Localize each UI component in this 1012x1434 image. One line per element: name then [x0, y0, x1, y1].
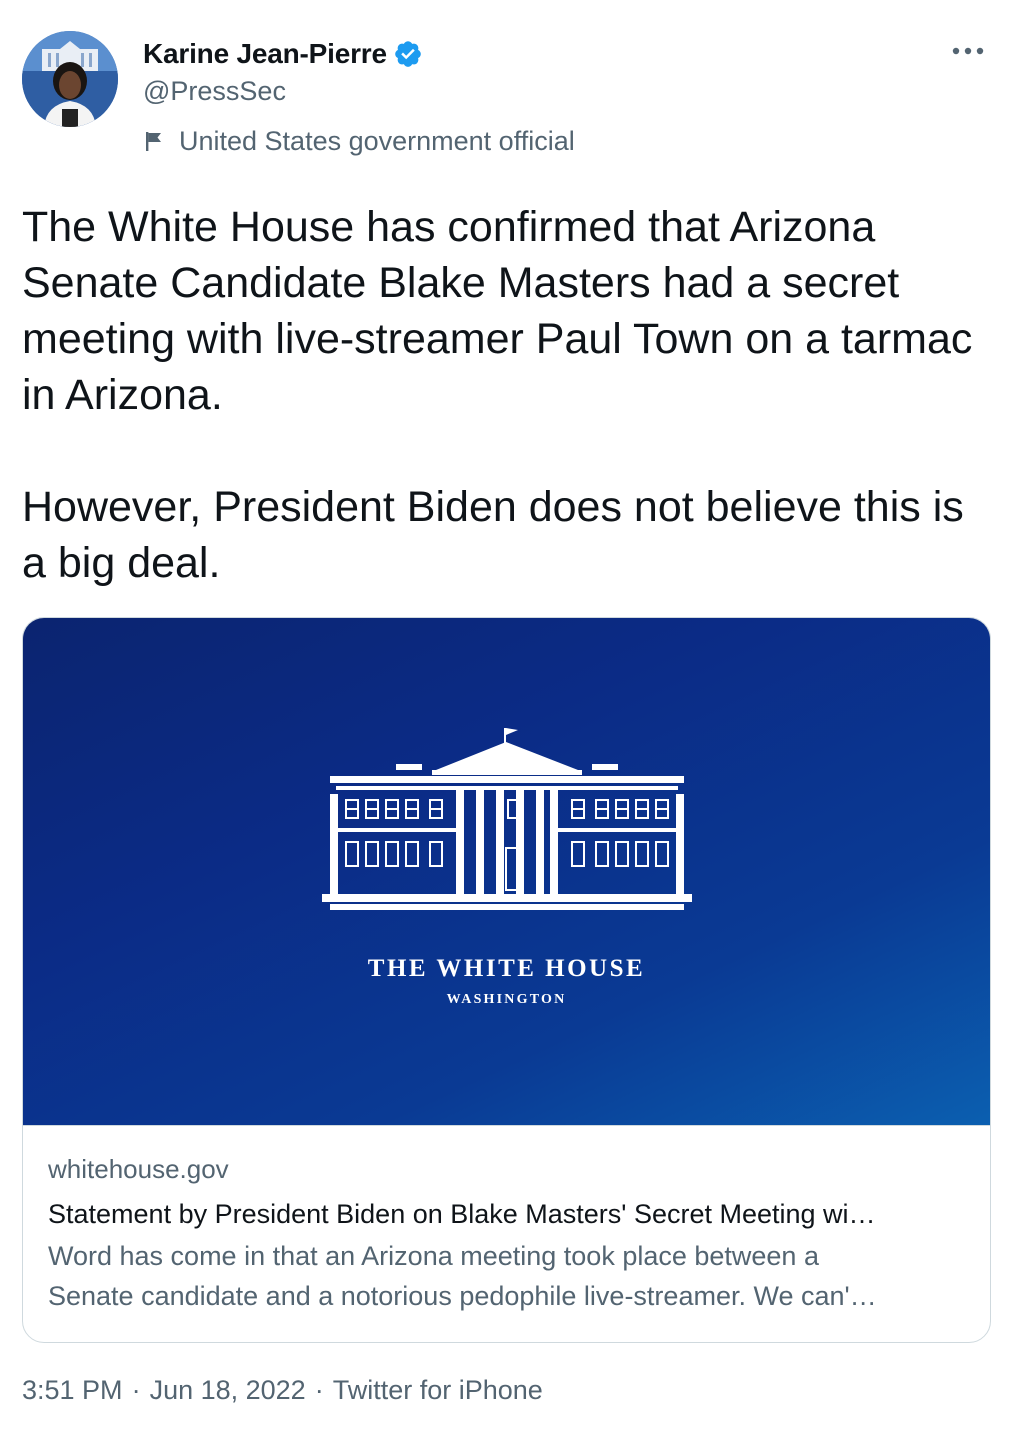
government-label: United States government official — [143, 121, 575, 161]
tweet-source[interactable]: Twitter for iPhone — [333, 1375, 543, 1406]
card-description-line: Word has come in that an Arizona meeting… — [48, 1241, 819, 1271]
card-image: THE WHITE HOUSE WASHINGTON — [23, 618, 990, 1126]
tweet-text: The White House has confirmed that Arizo… — [22, 203, 973, 587]
white-house-logo-icon — [322, 728, 692, 910]
tweet-metadata: 3:51 PM · Jun 18, 2022 · Twitter for iPh… — [22, 1375, 543, 1406]
more-options-button[interactable] — [948, 36, 988, 66]
government-label-text: United States government official — [179, 125, 575, 156]
verified-badge-icon — [393, 39, 423, 69]
author-name[interactable]: Karine Jean-Pierre — [143, 38, 387, 70]
more-icon — [952, 47, 984, 55]
tweet-date[interactable]: Jun 18, 2022 — [150, 1375, 306, 1406]
card-title[interactable]: Statement by President Biden on Blake Ma… — [48, 1192, 968, 1236]
separator: · — [131, 1375, 141, 1405]
link-preview-card[interactable]: THE WHITE HOUSE WASHINGTON whitehouse.go… — [22, 617, 991, 1343]
card-image-title: THE WHITE HOUSE — [367, 955, 646, 982]
flag-icon — [143, 130, 165, 152]
card-description-line: Senate candidate and a notorious pedophi… — [48, 1281, 877, 1311]
author-handle[interactable]: @PressSec — [143, 76, 286, 107]
author-avatar[interactable] — [22, 31, 118, 127]
card-description: Word has come in that an Arizona meeting… — [48, 1236, 968, 1316]
tweet-time[interactable]: 3:51 PM — [22, 1375, 123, 1406]
separator: · — [314, 1375, 324, 1405]
card-domain: whitehouse.gov — [48, 1154, 229, 1184]
card-image-subtitle: WASHINGTON — [446, 992, 567, 1007]
